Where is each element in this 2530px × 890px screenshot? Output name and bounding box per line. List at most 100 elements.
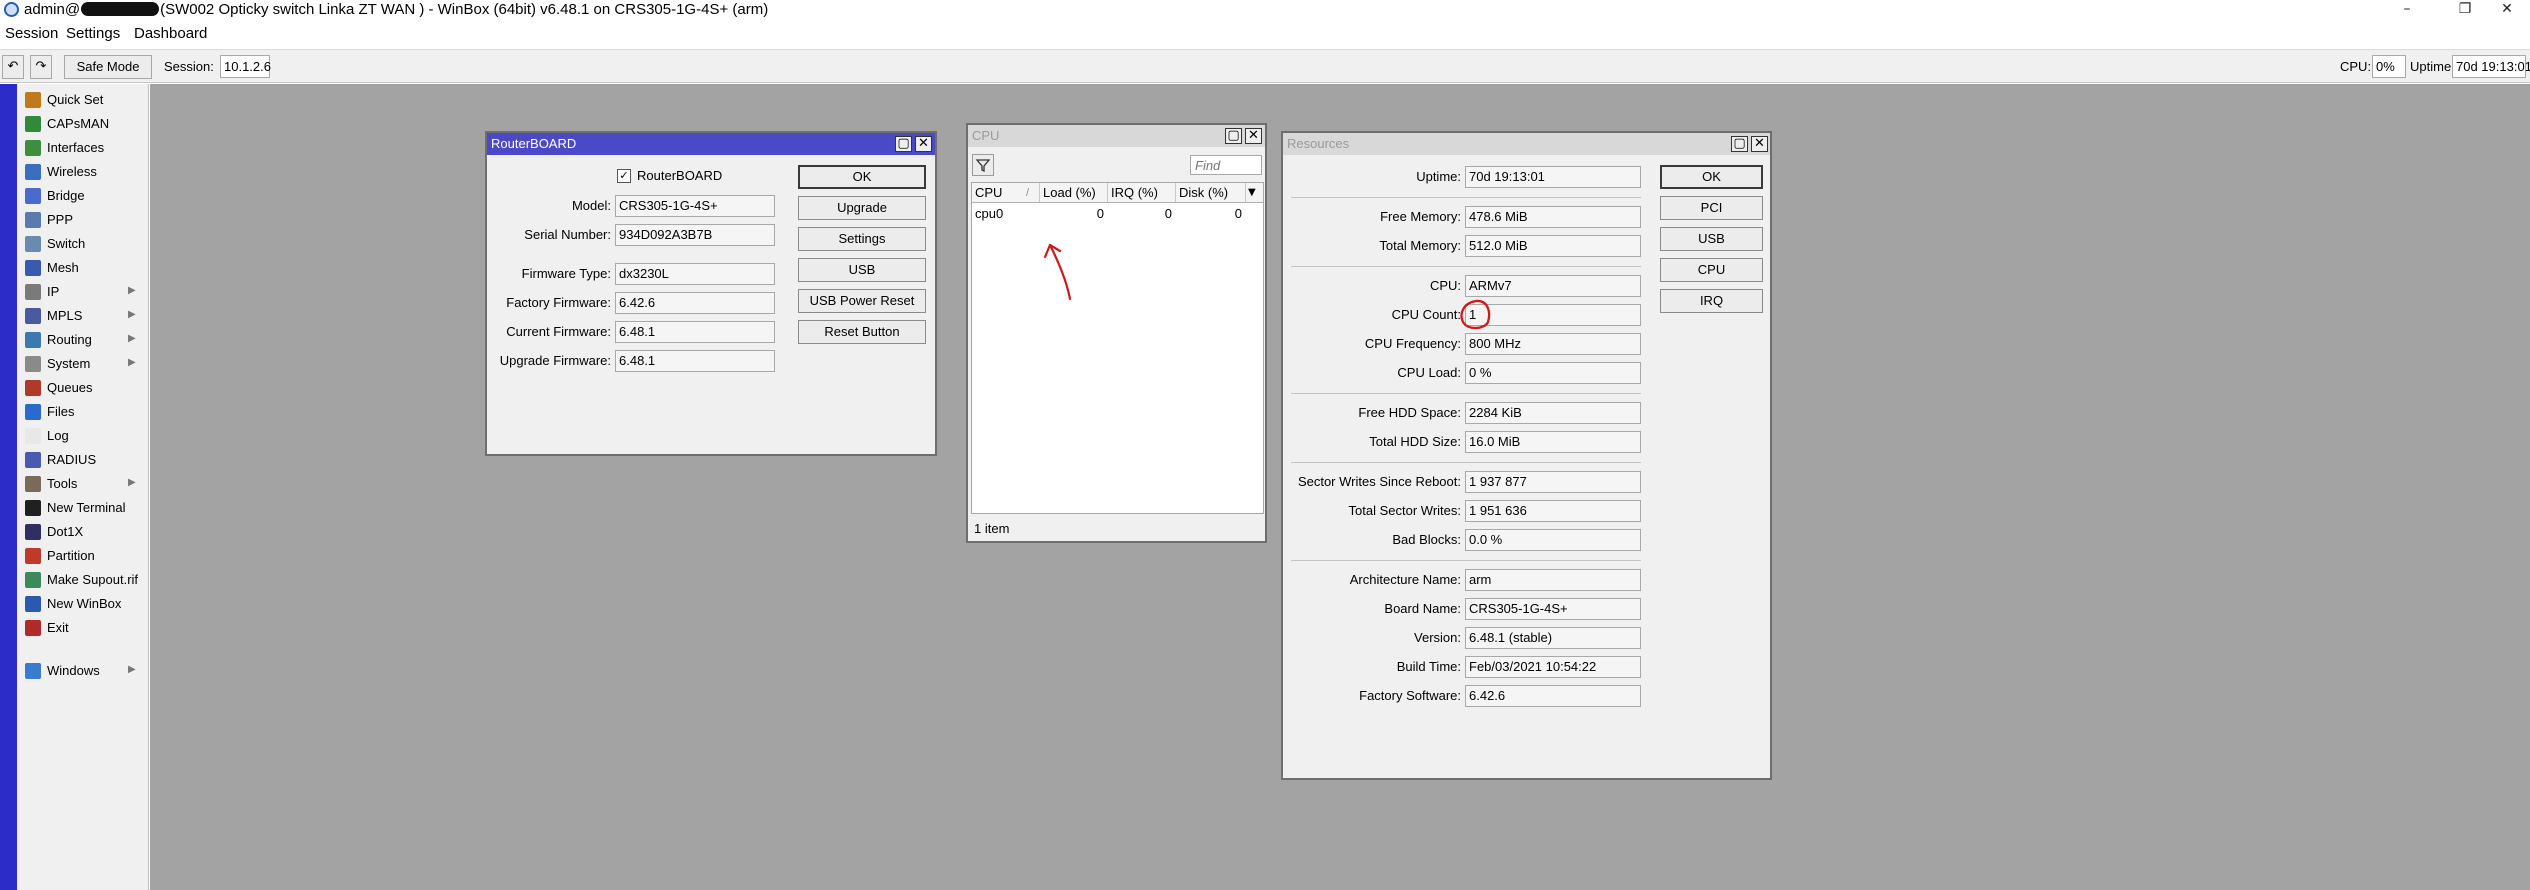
sidebar-item-ppp[interactable]: PPP [17,208,149,232]
safe-mode-button[interactable]: Safe Mode [64,55,152,79]
table-row[interactable]: cpu0 0 0 0 [972,183,1263,225]
sidebar-item-wireless[interactable]: Wireless [17,160,149,184]
sidebar-item-label: IP [47,284,60,299]
sidebar-item-mpls[interactable]: MPLS ▶ [17,304,149,328]
free-memory-field[interactable]: 478.6 MiB [1465,206,1641,228]
menu-session[interactable]: Session [5,25,58,42]
sidebar-item-queues[interactable]: Queues [17,376,149,400]
uptime-field[interactable]: 70d 19:13:01 [1465,166,1641,188]
factory-software-field[interactable]: 6.42.6 [1465,685,1641,707]
version-field[interactable]: 6.48.1 (stable) [1465,627,1641,649]
maximize-icon[interactable]: ▢ [1731,136,1748,152]
sidebar-item-radius[interactable]: RADIUS [17,448,149,472]
sidebar-item-partition[interactable]: Partition [17,544,149,568]
find-input[interactable] [1190,155,1262,175]
architecture-name-field[interactable]: arm [1465,569,1641,591]
filter-button[interactable] [972,154,994,176]
sidebar-item-dot1x[interactable]: Dot1X [17,520,149,544]
total-sector-writes-field[interactable]: 1 951 636 [1465,500,1641,522]
sidebar-item-capsman[interactable]: CAPsMAN [17,112,149,136]
pci-button[interactable]: PCI [1660,196,1763,220]
irq-button[interactable]: IRQ [1660,289,1763,313]
ppp-icon [25,212,41,228]
close-icon[interactable]: ✕ [2484,0,2530,20]
free-hdd-space-label: Free HDD Space: [1358,405,1461,420]
uptime-status-label: Uptime: [2410,59,2455,74]
submenu-arrow-icon: ▶ [128,664,136,675]
sidebar-item-files[interactable]: Files [17,400,149,424]
free-hdd-space-field[interactable]: 2284 KiB [1465,402,1641,424]
annotation-arrow-icon [1043,243,1072,301]
close-icon[interactable]: ✕ [1245,128,1262,144]
firmware-type-field[interactable]: dx3230L [615,263,775,285]
sidebar-item-label: PPP [47,212,74,227]
board-name-field[interactable]: CRS305-1G-4S+ [1465,598,1641,620]
sidebar-item-interfaces[interactable]: Interfaces [17,136,149,160]
sidebar-item-mesh[interactable]: Mesh [17,256,149,280]
upgrade-firmware-label: Upgrade Firmware: [499,353,611,368]
files-icon [25,404,41,420]
total-hdd-size-field[interactable]: 16.0 MiB [1465,431,1641,453]
cpu-field[interactable]: ARMv7 [1465,275,1641,297]
undo-button[interactable]: ↶ [2,55,24,79]
sidebar-item-new-terminal[interactable]: New Terminal [17,496,149,520]
sidebar-item-quick-set[interactable]: Quick Set [17,88,149,112]
sidebar-item-bridge[interactable]: Bridge [17,184,149,208]
maximize-icon[interactable]: ▢ [1225,128,1242,144]
bad-blocks-field[interactable]: 0.0 % [1465,529,1641,551]
maximize-icon[interactable]: ▢ [895,136,912,152]
restore-icon[interactable]: ❐ [2442,0,2488,20]
build-time-field[interactable]: Feb/03/2021 10:54:22 [1465,656,1641,678]
serial-number-field[interactable]: 934D092A3B7B [615,224,775,246]
cpu-frequency-field[interactable]: 800 MHz [1465,333,1641,355]
title-bar: admin@ (SW002 Opticky switch Linka ZT WAN… [0,0,2530,20]
sidebar-item-label: Mesh [47,260,79,275]
usb-power-reset-button[interactable]: USB Power Reset [798,289,926,313]
session-address: 10.1.2.6 [220,55,271,78]
sidebar-item-log[interactable]: Log [17,424,149,448]
sidebar-item-new-winbox[interactable]: New WinBox [17,592,149,616]
minimize-icon[interactable]: – [2384,0,2430,20]
resources-title-bar[interactable]: Resources [1283,133,1770,155]
settings-button[interactable]: Settings [798,227,926,251]
toolbar: ↶ ↷ Safe Mode Session: 10.1.2.6 CPU: 0% … [0,49,2530,83]
model-field[interactable]: CRS305-1G-4S+ [615,195,775,217]
factory-firmware-field[interactable]: 6.42.6 [615,292,775,314]
sidebar-item-tools[interactable]: Tools ▶ [17,472,149,496]
cpu-table: CPU / Load (%) IRQ (%) Disk (%) ▼ cpu0 0 … [971,182,1264,514]
close-icon[interactable]: ✕ [1751,136,1768,152]
sidebar-item-ip[interactable]: IP ▶ [17,280,149,304]
reset-button-button[interactable]: Reset Button [798,320,926,344]
sidebar-item-system[interactable]: System ▶ [17,352,149,376]
sidebar-item-switch[interactable]: Switch [17,232,149,256]
sidebar-item-exit[interactable]: Exit [17,616,149,640]
sidebar-item-routing[interactable]: Routing ▶ [17,328,149,352]
version-label: Version: [1414,630,1461,645]
menu-dashboard[interactable]: Dashboard [134,25,207,42]
sidebar-item-make-supout-rif[interactable]: Make Supout.rif [17,568,149,592]
total-memory-field[interactable]: 512.0 MiB [1465,235,1641,257]
mesh-icon [25,260,41,276]
cpu-window-title: CPU [972,128,1000,143]
close-icon[interactable]: ✕ [915,136,932,152]
sector-writes-since-reboot-field[interactable]: 1 937 877 [1465,471,1641,493]
current-firmware-field[interactable]: 6.48.1 [615,321,775,343]
factory-firmware-label: Factory Firmware: [506,295,611,310]
cpu-title-bar[interactable]: CPU [968,125,1265,147]
redo-button[interactable]: ↷ [30,55,52,79]
menu-settings[interactable]: Settings [66,25,120,42]
sidebar-item-label: Wireless [47,164,97,179]
upgrade-button[interactable]: Upgrade [798,196,926,220]
routerboard-title-bar[interactable]: RouterBOARD [487,133,935,155]
cpu-load-field[interactable]: 0 % [1465,362,1641,384]
usb-button[interactable]: USB [798,258,926,282]
ok-button[interactable]: OK [1660,165,1763,189]
supout-icon [25,572,41,588]
usb-button[interactable]: USB [1660,227,1763,251]
ok-button[interactable]: OK [798,165,926,189]
model-label: Model: [571,198,611,213]
cpu-button[interactable]: CPU [1660,258,1763,282]
sidebar-item-windows[interactable]: Windows ▶ [17,659,149,683]
upgrade-firmware-field[interactable]: 6.48.1 [615,350,775,372]
routerboard-checkbox[interactable]: ✓ [617,169,631,183]
